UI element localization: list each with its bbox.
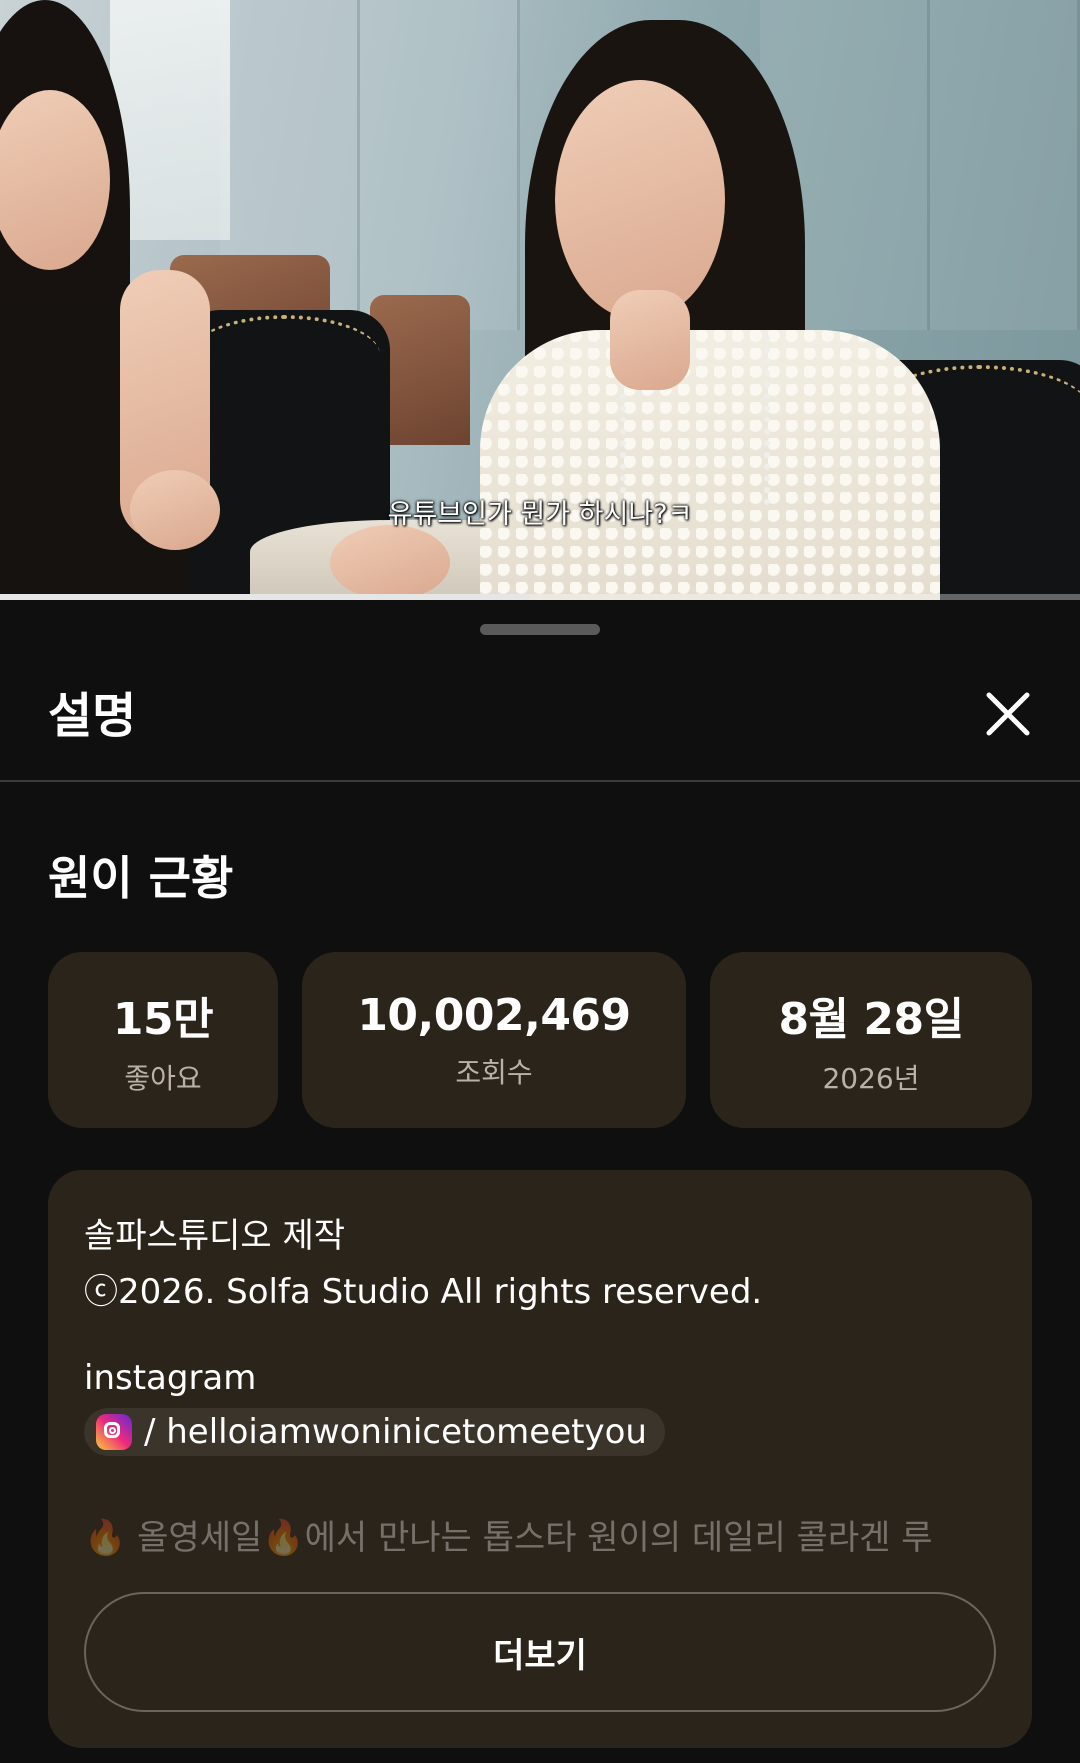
stat-views: 10,002,469 조회수 [302, 952, 686, 1128]
production-credit: 솔파스튜디오 제작 [84, 1216, 346, 1256]
chair-studs [190, 315, 380, 395]
show-more-button[interactable]: 더보기 [84, 1592, 996, 1712]
close-button[interactable] [978, 684, 1038, 744]
instagram-icon [96, 1414, 132, 1450]
video-subtitle: 유튜브인가 뭔가 하시나?ㅋ [387, 499, 693, 530]
drag-handle[interactable] [480, 624, 600, 635]
stat-likes-value: 15만 [112, 994, 214, 1045]
close-icon [986, 692, 1030, 736]
wall-panel [360, 0, 520, 330]
stat-likes: 15만 좋아요 [48, 952, 278, 1128]
description-preview-line: 🔥 올영세일🔥에서 만나는 톱스타 원이의 데일리 콜라겐 루 [84, 1518, 933, 1558]
stat-date: 8월 28일 2026년 [710, 952, 1032, 1128]
video-title: 원이 근황 [48, 851, 234, 905]
instagram-label: instagram [84, 1358, 257, 1398]
sheet-title: 설명 [48, 688, 137, 744]
instagram-handle: / helloiamwoninicetomeetyou [144, 1412, 647, 1452]
description-sheet: 설명 원이 근황 15만 좋아요 10,002,469 조회수 8월 28일 2… [0, 602, 1080, 1763]
video-player[interactable]: 유튜브인가 뭔가 하시나?ㅋ [0, 0, 1080, 600]
description-card: 솔파스튜디오 제작 ⓒ2026. Solfa Studio All rights… [48, 1170, 1032, 1748]
stat-views-label: 조회수 [455, 1055, 533, 1089]
stat-views-value: 10,002,469 [357, 989, 631, 1041]
person-right-neck [610, 290, 690, 390]
copyright-line: ⓒ2026. Solfa Studio All rights reserved. [84, 1272, 763, 1312]
stat-date-label: 2026년 [822, 1062, 920, 1095]
wall-panel [930, 0, 1080, 330]
video-progress-bar[interactable] [0, 594, 1080, 600]
stat-date-value: 8월 28일 [778, 994, 964, 1045]
stat-likes-label: 좋아요 [124, 1062, 202, 1095]
video-progress-fill [0, 594, 530, 600]
person-right-face [555, 80, 725, 320]
person-right-hand [330, 525, 450, 600]
instagram-link-chip[interactable]: / helloiamwoninicetomeetyou [84, 1408, 665, 1456]
header-divider [0, 780, 1080, 782]
